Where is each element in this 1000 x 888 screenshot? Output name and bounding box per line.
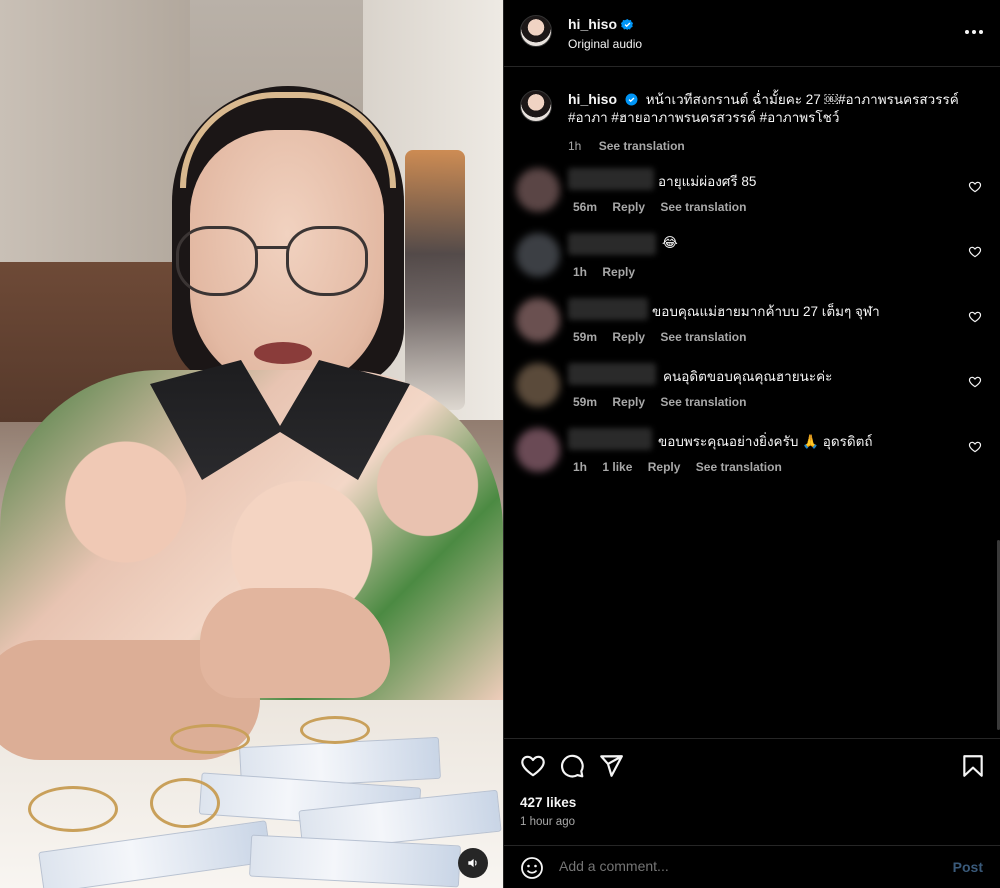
comment-text: คนอุดิตขอบคุณคุณฮายนะค่ะ [663, 369, 833, 384]
reply-button[interactable]: Reply [612, 200, 645, 214]
glasses-right-lens [286, 226, 368, 296]
heart-icon[interactable] [968, 245, 982, 259]
comment-meta: 1h Reply [573, 265, 647, 279]
comment-meta: 59m Reply See translation [573, 330, 758, 344]
post-button[interactable]: Post [953, 859, 983, 875]
rubber-band [170, 724, 250, 754]
glasses-left-lens [176, 226, 258, 296]
comment-time: 1h [573, 265, 588, 279]
see-translation-link[interactable]: See translation [660, 395, 746, 409]
verified-badge-icon [621, 18, 634, 30]
header-username[interactable]: hi_hiso [568, 16, 634, 32]
heart-icon[interactable] [968, 440, 982, 454]
heart-icon[interactable] [520, 753, 546, 779]
comment-username-blurred[interactable] [568, 298, 648, 320]
person-hand [200, 588, 390, 698]
comment-composer: Post [504, 845, 1000, 888]
reply-button[interactable]: Reply [612, 330, 645, 344]
avatar[interactable] [520, 15, 552, 47]
comment-time: 59m [573, 330, 598, 344]
post-timestamp[interactable]: 1 hour ago [520, 816, 575, 828]
rubber-band [300, 716, 370, 744]
bookmark-icon[interactable] [960, 753, 986, 779]
comment-text: 😂 [662, 235, 678, 250]
post-video[interactable] [0, 0, 503, 888]
background-wall [0, 0, 190, 270]
comment-meta: 59m Reply See translation [573, 395, 758, 409]
see-translation-link[interactable]: See translation [660, 200, 746, 214]
avatar[interactable] [516, 233, 560, 277]
comment-input[interactable] [559, 858, 919, 874]
background-shelf [405, 150, 465, 410]
caption-username[interactable]: hi_hiso [568, 91, 617, 107]
person-mouth [254, 342, 312, 364]
audio-subtitle[interactable]: Original audio [568, 37, 642, 51]
comment-meta: 56m Reply See translation [573, 200, 758, 214]
comment-meta: 1h 1 like Reply See translation [573, 460, 794, 474]
comment-time: 59m [573, 395, 598, 409]
comment-item: ขอบพระคุณอย่างยิ่งครับ 🙏 อุดรดิตถ์ 1h 1 … [516, 428, 990, 493]
comment-icon[interactable] [559, 753, 585, 779]
avatar[interactable] [516, 168, 560, 212]
rubber-band [28, 786, 118, 832]
post-caption: hi_hiso หน้าเวทีสงกรานต์ ฉ่ำมั้ยคะ 27 ￼#… [520, 90, 990, 155]
comment-text: อายุแม่ผ่องศรี 85 [658, 174, 757, 189]
glasses-bridge [256, 246, 288, 249]
heart-icon[interactable] [968, 375, 982, 389]
like-count[interactable]: 427 likes [520, 795, 576, 810]
heart-icon[interactable] [968, 310, 982, 324]
emoji-icon[interactable] [520, 856, 544, 880]
caption-meta: 1h See translation [568, 137, 990, 155]
more-icon[interactable] [961, 22, 987, 42]
speaker-icon[interactable] [458, 848, 488, 878]
reply-button[interactable]: Reply [602, 265, 635, 279]
post-header: hi_hiso Original audio [504, 0, 1000, 67]
share-icon[interactable] [598, 753, 624, 779]
post-sidebar: hi_hiso Original audio hi_hiso หน้าเวทีส… [503, 0, 1000, 888]
comment-username-blurred[interactable] [568, 233, 656, 255]
comment-text: ขอบคุณแม่ฮายมากค้าบบ 27 เต็มๆ จุฬา [652, 304, 880, 319]
comment-time: 56m [573, 200, 598, 214]
username-text[interactable]: hi_hiso [568, 16, 617, 32]
verified-badge-icon [625, 93, 638, 106]
avatar[interactable] [516, 363, 560, 407]
avatar[interactable] [516, 428, 560, 472]
reply-button[interactable]: Reply [612, 395, 645, 409]
comment-item: ขอบคุณแม่ฮายมากค้าบบ 27 เต็มๆ จุฬา 59m R… [516, 298, 990, 363]
see-translation-link[interactable]: See translation [660, 330, 746, 344]
rubber-band [150, 778, 220, 828]
avatar[interactable] [520, 90, 552, 122]
see-translation-link[interactable]: See translation [696, 460, 782, 474]
comment-username-blurred[interactable] [568, 428, 652, 450]
heart-icon[interactable] [968, 180, 982, 194]
comment-username-blurred[interactable] [568, 168, 654, 190]
comment-item: อายุแม่ผ่องศรี 85 56m Reply See translat… [516, 168, 990, 233]
comment-time: 1h [573, 460, 588, 474]
action-bar: 427 likes 1 hour ago [504, 738, 1000, 835]
avatar[interactable] [516, 298, 560, 342]
see-translation-link[interactable]: See translation [599, 139, 685, 153]
caption-time: 1h [568, 139, 582, 153]
reply-button[interactable]: Reply [648, 460, 681, 474]
comment-item: 😂 1h Reply [516, 233, 990, 298]
comment-item: คนอุดิตขอบคุณคุณฮายนะค่ะ 59m Reply See t… [516, 363, 990, 428]
comment-list: อายุแม่ผ่องศรี 85 56m Reply See translat… [516, 168, 990, 493]
comment-text: ขอบพระคุณอย่างยิ่งครับ 🙏 อุดรดิตถ์ [658, 434, 873, 449]
comment-username-blurred[interactable] [568, 363, 656, 385]
comment-like-count[interactable]: 1 like [602, 460, 632, 474]
